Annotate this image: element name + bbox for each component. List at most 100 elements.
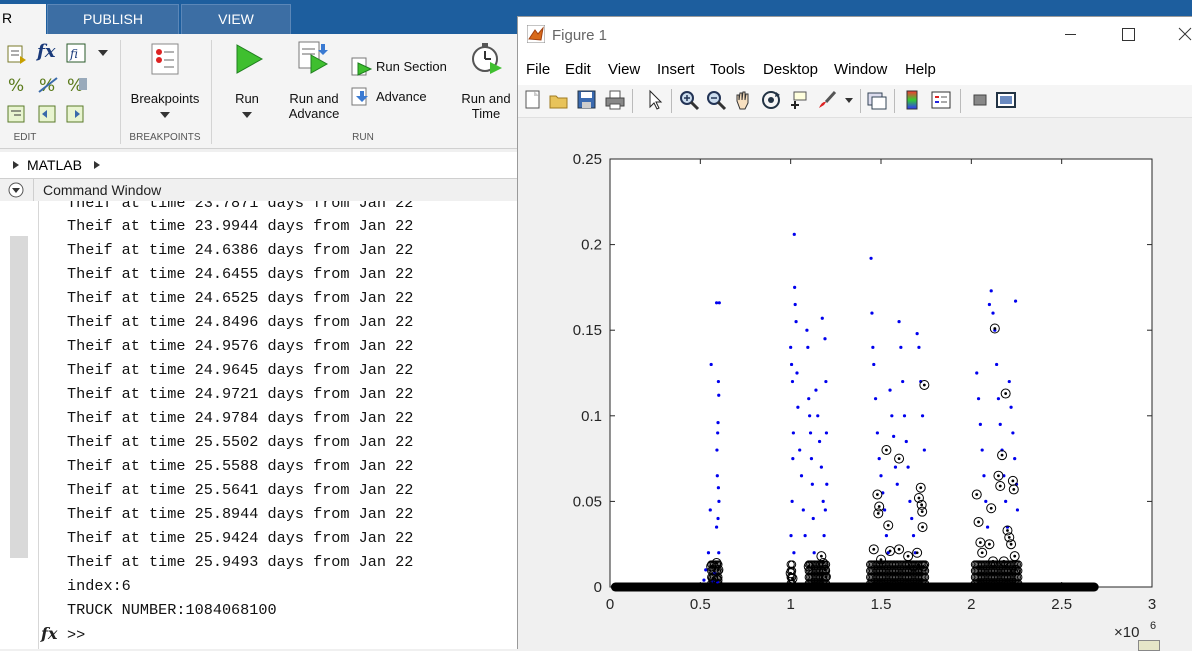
- chevron-down-icon[interactable]: [97, 48, 109, 58]
- increase-indent-icon[interactable]: [65, 104, 87, 124]
- toolbar-separator: [960, 89, 961, 113]
- fx-insert-function-icon[interactable]: fx: [37, 41, 55, 62]
- circled-point-center: [1013, 554, 1017, 558]
- data-point: [875, 431, 879, 435]
- circled-point-center: [824, 575, 828, 579]
- window-actions-icon[interactable]: [8, 182, 24, 198]
- zoom-in-icon[interactable]: [678, 89, 700, 111]
- minimize-button[interactable]: [1065, 34, 1076, 35]
- show-plot-tools-icon[interactable]: [995, 89, 1017, 111]
- run-section-icon[interactable]: [351, 57, 373, 77]
- menu-desktop[interactable]: Desktop: [763, 61, 818, 78]
- zoom-out-icon[interactable]: [705, 89, 727, 111]
- advance-button[interactable]: Advance: [376, 89, 436, 104]
- insert-section-icon[interactable]: [6, 44, 28, 64]
- output-line: Theif at time 25.5502 days from Jan 22: [67, 433, 414, 451]
- pan-hand-icon[interactable]: [732, 89, 754, 111]
- circled-point-center: [821, 561, 825, 565]
- close-icon[interactable]: [1178, 27, 1192, 41]
- circled-point-center: [922, 565, 925, 568]
- comment-percent-icon[interactable]: %: [6, 74, 28, 96]
- chevron-down-icon[interactable]: [241, 110, 253, 120]
- run-and-advance-button[interactable]: Run and Advance: [282, 91, 346, 121]
- circled-point-center: [1014, 568, 1017, 572]
- brush-icon[interactable]: [816, 89, 838, 111]
- circled-point-center: [989, 506, 993, 510]
- data-point: [871, 345, 875, 349]
- uncomment-icon[interactable]: %: [37, 74, 59, 96]
- menu-tools[interactable]: Tools: [710, 61, 745, 78]
- colorbar-icon[interactable]: [902, 89, 924, 111]
- breakpoints-button[interactable]: Breakpoints: [124, 91, 206, 106]
- circled-point-center: [919, 486, 923, 490]
- menu-insert[interactable]: Insert: [657, 61, 695, 78]
- circled-point-center: [915, 551, 919, 555]
- run-and-time-label-1: Run and: [461, 91, 511, 106]
- run-section-button[interactable]: Run Section: [376, 59, 456, 74]
- chevron-down-icon[interactable]: [845, 98, 853, 104]
- output-line: Theif at time 23.9944 days from Jan 22: [67, 217, 414, 235]
- smart-indent-icon[interactable]: [6, 104, 28, 124]
- link-plot-icon[interactable]: [866, 89, 888, 111]
- function-browser-icon[interactable]: fi: [65, 42, 89, 64]
- data-point: [789, 345, 793, 349]
- run-icon[interactable]: [232, 42, 266, 76]
- data-point: [795, 371, 799, 375]
- maximize-button[interactable]: [1122, 28, 1135, 41]
- data-point: [702, 578, 706, 582]
- command-prompt[interactable]: >>: [67, 626, 85, 644]
- menu-window[interactable]: Window: [834, 61, 887, 78]
- data-point: [1007, 379, 1011, 384]
- data-point: [892, 434, 896, 438]
- vertical-scrollbar-thumb[interactable]: [10, 236, 28, 558]
- chevron-right-icon[interactable]: [93, 160, 101, 170]
- run-button[interactable]: Run: [222, 91, 272, 106]
- print-icon[interactable]: [604, 89, 626, 111]
- circled-point-center: [897, 457, 901, 460]
- data-point: [989, 289, 993, 293]
- menu-edit[interactable]: Edit: [565, 61, 591, 78]
- data-point: [823, 337, 827, 341]
- decrease-indent-icon[interactable]: [37, 104, 59, 124]
- data-point: [1004, 499, 1008, 503]
- tab-view[interactable]: VIEW: [181, 4, 291, 34]
- circled-point-center: [988, 542, 991, 546]
- data-point: [806, 345, 810, 349]
- scatter-plot[interactable]: 0 0.5 1 1.5 2 2.5 3 0 0.05 0.1 0.15 0.2 0.25 ×10 6: [518, 118, 1192, 648]
- run-and-advance-icon[interactable]: [297, 40, 331, 74]
- pointer-arrow-icon[interactable]: [644, 89, 666, 111]
- hide-plot-tools-icon[interactable]: [970, 89, 992, 111]
- wrap-comments-icon[interactable]: %: [65, 74, 89, 96]
- run-and-time-button[interactable]: Run and Time: [456, 91, 516, 121]
- output-line-partial: Theif at time 23.7871 days from Jan 22: [67, 201, 414, 212]
- data-point: [920, 414, 925, 418]
- legend-icon[interactable]: [930, 89, 952, 111]
- data-point: [976, 397, 981, 401]
- data-cursor-icon[interactable]: [788, 89, 810, 111]
- menu-file[interactable]: File: [526, 61, 550, 78]
- output-line: Theif at time 24.6386 days from Jan 22: [67, 241, 414, 259]
- run-and-time-icon[interactable]: [470, 40, 504, 74]
- save-icon[interactable]: [576, 89, 598, 111]
- tab-publish[interactable]: PUBLISH: [47, 4, 179, 34]
- breakpoints-icon[interactable]: [149, 42, 183, 76]
- data-point: [708, 508, 712, 512]
- path-segment-matlab[interactable]: MATLAB: [27, 157, 82, 173]
- data-point: [872, 362, 876, 367]
- data-point: [873, 397, 878, 401]
- circled-point-center: [922, 383, 926, 387]
- chevron-right-icon[interactable]: [12, 160, 20, 170]
- open-file-icon[interactable]: [548, 89, 570, 111]
- x-tick-label: 1.5: [871, 596, 892, 613]
- circled-point-center: [823, 568, 827, 572]
- menu-view[interactable]: View: [608, 61, 640, 78]
- menu-help[interactable]: Help: [905, 61, 936, 78]
- new-figure-icon[interactable]: [522, 89, 544, 111]
- command-window-output[interactable]: Theif at time 23.7871 days from Jan 22 T…: [39, 201, 520, 649]
- data-point: [798, 448, 802, 452]
- tab-editor[interactable]: R: [0, 4, 46, 34]
- fx-icon[interactable]: fx: [41, 624, 57, 643]
- rotate-3d-icon[interactable]: [760, 89, 782, 111]
- chevron-down-icon[interactable]: [159, 110, 171, 120]
- advance-icon[interactable]: [351, 87, 373, 107]
